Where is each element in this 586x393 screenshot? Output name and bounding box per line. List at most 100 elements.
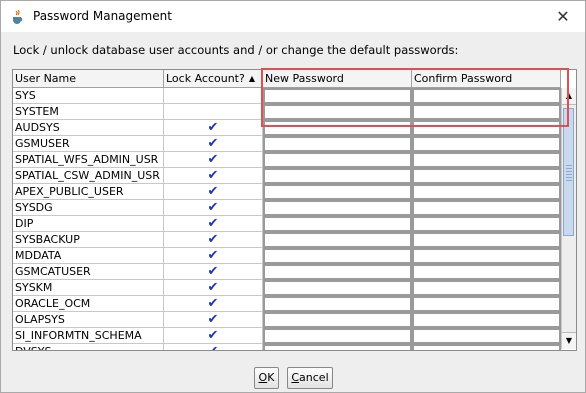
instructions-label: Lock / unlock database user accounts and… xyxy=(13,43,459,57)
column-header-user-name[interactable]: User Name xyxy=(13,70,164,87)
new-password-input[interactable] xyxy=(263,296,412,312)
confirm-password-input[interactable] xyxy=(412,248,561,264)
lock-account-checkbox[interactable]: ✔ xyxy=(164,136,263,152)
table-row[interactable]: SPATIAL_CSW_ADMIN_USR ✔ xyxy=(13,168,561,184)
table-body: SYS SYSTEM AUDSYS ✔ GSMUSER ✔ SPATIAL_WFS_ADMI… xyxy=(13,88,561,350)
table-row[interactable]: SYSTEM xyxy=(13,104,561,120)
table-row[interactable]: SYSKM ✔ xyxy=(13,280,561,296)
user-name-cell: SYSTEM xyxy=(13,104,164,120)
lock-account-checkbox[interactable]: ✔ xyxy=(164,248,263,264)
sort-ascending-icon: ▲ xyxy=(248,74,255,83)
lock-account-checkbox[interactable]: ✔ xyxy=(164,120,263,136)
confirm-password-input[interactable] xyxy=(412,184,561,200)
scroll-down-button[interactable]: ▼ xyxy=(562,332,576,349)
window-title: Password Management xyxy=(33,9,172,23)
new-password-input[interactable] xyxy=(263,88,412,104)
lock-account-checkbox[interactable]: ✔ xyxy=(164,264,263,280)
confirm-password-input[interactable] xyxy=(412,280,561,296)
confirm-password-input[interactable] xyxy=(412,120,561,136)
lock-account-checkbox[interactable]: ✔ xyxy=(164,344,263,350)
lock-account-checkbox[interactable]: ✔ xyxy=(164,328,263,344)
confirm-password-input[interactable] xyxy=(412,200,561,216)
user-name-cell: SI_INFORMTN_SCHEMA xyxy=(13,328,164,344)
table-row[interactable]: GSMUSER ✔ xyxy=(13,136,561,152)
lock-account-checkbox[interactable]: ✔ xyxy=(164,312,263,328)
user-name-cell: GSMCATUSER xyxy=(13,264,164,280)
table-row[interactable]: MDDATA ✔ xyxy=(13,248,561,264)
scroll-up-button[interactable]: ▲ xyxy=(562,88,576,105)
user-name-cell: ORACLE_OCM xyxy=(13,296,164,312)
table-row[interactable]: SYSDG ✔ xyxy=(13,200,561,216)
user-accounts-table: User Name Lock Account? ▲ New Password Co… xyxy=(12,69,577,351)
user-name-cell: SPATIAL_CSW_ADMIN_USR xyxy=(13,168,164,184)
scroll-thumb[interactable] xyxy=(563,108,574,236)
user-name-cell: SPATIAL_WFS_ADMIN_USR xyxy=(13,152,164,168)
user-name-cell: APEX_PUBLIC_USER xyxy=(13,184,164,200)
java-cup-icon xyxy=(13,9,23,24)
new-password-input[interactable] xyxy=(263,312,412,328)
password-management-dialog: Password Management ✕ Lock / unlock data… xyxy=(0,0,586,393)
close-button[interactable]: ✕ xyxy=(549,5,577,29)
new-password-input[interactable] xyxy=(263,136,412,152)
confirm-password-input[interactable] xyxy=(412,232,561,248)
table-row[interactable]: DVSYS✔ xyxy=(13,344,561,350)
lock-account-checkbox[interactable] xyxy=(164,88,263,104)
confirm-password-input[interactable] xyxy=(412,296,561,312)
cancel-button[interactable]: Cancel xyxy=(287,367,333,389)
new-password-input[interactable] xyxy=(263,104,412,120)
confirm-password-input[interactable] xyxy=(412,88,561,104)
user-name-cell: SYSBACKUP xyxy=(13,232,164,248)
new-password-input[interactable] xyxy=(263,232,412,248)
table-row[interactable]: OLAPSYS ✔ xyxy=(13,312,561,328)
new-password-input[interactable] xyxy=(263,216,412,232)
table-row[interactable]: SI_INFORMTN_SCHEMA ✔ xyxy=(13,328,561,344)
table-row[interactable]: ORACLE_OCM ✔ xyxy=(13,296,561,312)
user-name-cell: AUDSYS xyxy=(13,120,164,136)
column-header-confirm-password[interactable]: Confirm Password xyxy=(412,70,561,87)
new-password-input[interactable] xyxy=(263,200,412,216)
new-password-input[interactable] xyxy=(263,152,412,168)
confirm-password-input[interactable] xyxy=(412,136,561,152)
confirm-password-input[interactable] xyxy=(412,344,561,350)
lock-account-checkbox[interactable]: ✔ xyxy=(164,168,263,184)
table-row[interactable]: DIP ✔ xyxy=(13,216,561,232)
vertical-scrollbar[interactable]: ▲ ▼ xyxy=(561,88,576,349)
table-row[interactable]: SYSBACKUP ✔ xyxy=(13,232,561,248)
confirm-password-input[interactable] xyxy=(412,328,561,344)
lock-account-checkbox[interactable]: ✔ xyxy=(164,184,263,200)
new-password-input[interactable] xyxy=(263,264,412,280)
column-header-new-password[interactable]: New Password xyxy=(263,70,412,87)
confirm-password-input[interactable] xyxy=(412,152,561,168)
table-row[interactable]: AUDSYS ✔ xyxy=(13,120,561,136)
user-name-cell: SYS xyxy=(13,88,164,104)
lock-account-checkbox[interactable]: ✔ xyxy=(164,200,263,216)
confirm-password-input[interactable] xyxy=(412,168,561,184)
confirm-password-input[interactable] xyxy=(412,216,561,232)
new-password-input[interactable] xyxy=(263,328,412,344)
lock-account-checkbox[interactable]: ✔ xyxy=(164,232,263,248)
user-name-cell: SYSKM xyxy=(13,280,164,296)
user-name-cell: OLAPSYS xyxy=(13,312,164,328)
user-name-cell: SYSDG xyxy=(13,200,164,216)
new-password-input[interactable] xyxy=(263,248,412,264)
lock-account-checkbox[interactable]: ✔ xyxy=(164,296,263,312)
user-name-cell: DIP xyxy=(13,216,164,232)
new-password-input[interactable] xyxy=(263,120,412,136)
new-password-input[interactable] xyxy=(263,168,412,184)
new-password-input[interactable] xyxy=(263,184,412,200)
lock-account-checkbox[interactable]: ✔ xyxy=(164,152,263,168)
table-row[interactable]: GSMCATUSER ✔ xyxy=(13,264,561,280)
lock-account-checkbox[interactable]: ✔ xyxy=(164,280,263,296)
confirm-password-input[interactable] xyxy=(412,264,561,280)
column-header-lock-account[interactable]: Lock Account? ▲ xyxy=(164,70,263,87)
lock-account-checkbox[interactable] xyxy=(164,104,263,120)
lock-account-checkbox[interactable]: ✔ xyxy=(164,216,263,232)
table-row[interactable]: SPATIAL_WFS_ADMIN_USR ✔ xyxy=(13,152,561,168)
new-password-input[interactable] xyxy=(263,344,412,350)
new-password-input[interactable] xyxy=(263,280,412,296)
table-row[interactable]: APEX_PUBLIC_USER ✔ xyxy=(13,184,561,200)
ok-button[interactable]: OK xyxy=(254,367,279,389)
table-row[interactable]: SYS xyxy=(13,88,561,104)
confirm-password-input[interactable] xyxy=(412,312,561,328)
confirm-password-input[interactable] xyxy=(412,104,561,120)
